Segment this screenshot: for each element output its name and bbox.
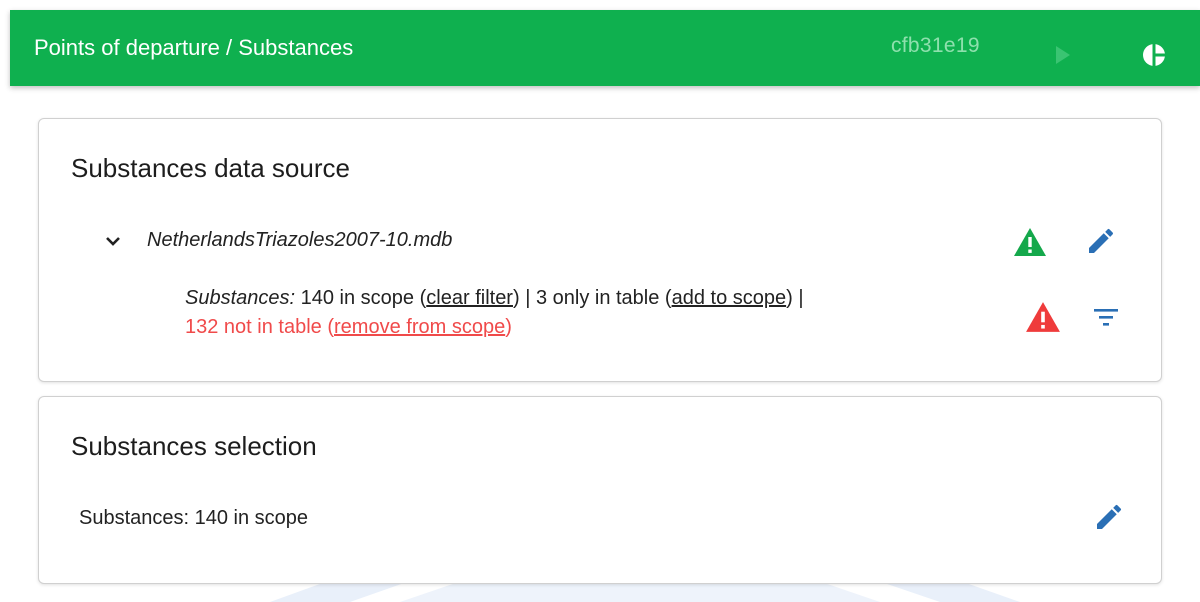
in-scope-text: 140 in scope ( xyxy=(295,287,427,309)
edit-icon[interactable] xyxy=(1093,501,1125,533)
selection-card: Substances selection Substances: 140 in … xyxy=(38,396,1162,584)
summary-label: Substances: xyxy=(185,287,296,309)
substances-summary: Substances: 140 in scope (clear filter) … xyxy=(185,284,804,342)
chevron-down-icon[interactable] xyxy=(105,235,121,247)
selection-summary: Substances: 140 in scope xyxy=(79,507,309,529)
data-source-card: Substances data source NetherlandsTriazo… xyxy=(38,118,1162,382)
remove-close-paren: ) xyxy=(505,316,512,338)
selection-title: Substances selection xyxy=(71,431,317,461)
play-icon[interactable] xyxy=(1056,46,1070,64)
warning-green-icon xyxy=(1014,228,1046,256)
warning-red-icon xyxy=(1026,302,1060,332)
separator-text: ) | xyxy=(786,287,804,309)
clear-filter-link[interactable]: clear filter xyxy=(426,287,513,309)
add-to-scope-link[interactable]: add to scope xyxy=(672,287,787,309)
data-source-title: Substances data source xyxy=(71,153,350,183)
filter-icon[interactable] xyxy=(1093,307,1119,327)
data-source-file-name: NetherlandsTriazoles2007-10.mdb xyxy=(147,229,453,251)
edit-icon[interactable] xyxy=(1085,225,1117,257)
page-title: Points of departure / Substances xyxy=(34,35,354,60)
remove-from-scope-link[interactable]: remove from scope xyxy=(334,316,505,338)
only-in-table-text: ) | 3 only in table ( xyxy=(512,287,672,309)
not-in-table-text: 132 not in table xyxy=(185,316,328,338)
pie-chart-icon[interactable] xyxy=(1142,43,1166,67)
remove-open-paren: ( xyxy=(327,316,335,338)
top-bar: Points of departure / Substances cfb31e1… xyxy=(10,10,1200,86)
action-hash: cfb31e19 xyxy=(891,34,980,57)
